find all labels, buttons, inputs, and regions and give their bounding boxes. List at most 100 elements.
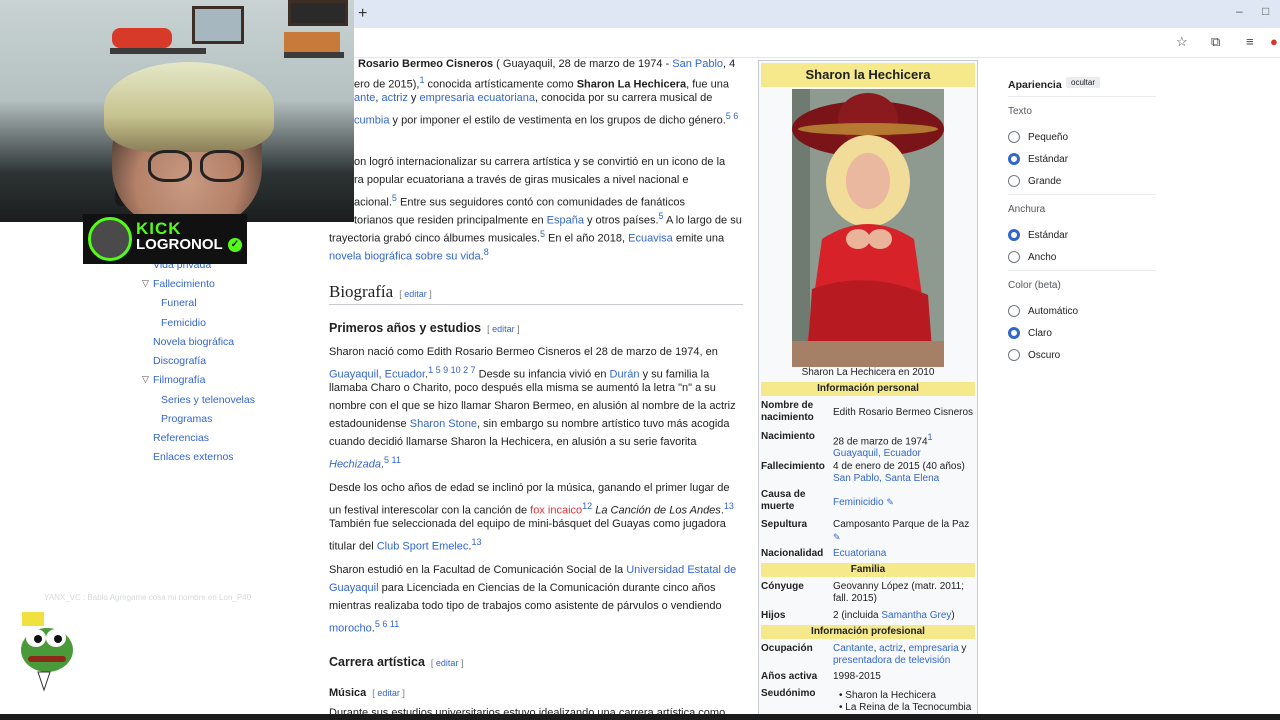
radio-icon[interactable] xyxy=(1008,153,1020,165)
minimize-icon[interactable]: – xyxy=(1236,4,1243,18)
link-empresaria[interactable]: empresaria xyxy=(909,643,959,654)
radio-icon[interactable] xyxy=(1008,327,1020,339)
radio-anchura-ancho[interactable]: Ancho xyxy=(1008,250,1056,264)
wall-frame xyxy=(192,6,244,44)
radio-icon[interactable] xyxy=(1008,305,1020,317)
toc-item-funeral[interactable]: Funeral xyxy=(161,297,197,309)
subsection-heading-carrera: Carrera artística editar xyxy=(329,653,463,671)
link-ecuavisa[interactable]: Ecuavisa xyxy=(628,233,673,245)
link-universidad[interactable]: Universidad Estatal de xyxy=(626,564,736,576)
ref-sup[interactable]: 1 xyxy=(928,432,933,442)
profile-icon[interactable]: ● xyxy=(1270,34,1278,49)
text: emite una xyxy=(672,232,725,245)
radio-icon[interactable] xyxy=(1008,229,1020,241)
link-ecuatoriana[interactable]: Ecuatoriana xyxy=(833,548,886,559)
toc-item-discografia[interactable]: Discografía xyxy=(153,355,206,367)
radio-color-oscuro[interactable]: Oscuro xyxy=(1008,348,1060,362)
link-samantha-grey[interactable]: Samantha Grey xyxy=(881,610,951,621)
bookmark-star-icon[interactable]: ☆ xyxy=(1176,34,1188,50)
link-guayaquil-ecuador[interactable]: Guayaquil, Ecuador xyxy=(833,448,921,459)
option-label: Pequeño xyxy=(1028,131,1069,143)
verified-check-icon: ✓ xyxy=(228,238,242,252)
value-hijos: 2 (incluida Samantha Grey) xyxy=(833,610,975,622)
toc-item-enlaces[interactable]: Enlaces externos xyxy=(153,451,234,463)
wall-frame xyxy=(288,0,348,26)
toc-item-fallecimiento[interactable]: Fallecimiento xyxy=(153,278,215,290)
toc-item-referencias[interactable]: Referencias xyxy=(153,432,209,444)
value-nacimiento: 28 de marzo de 19741 Guayaquil, Ecuador xyxy=(833,431,975,460)
maximize-icon[interactable]: □ xyxy=(1262,4,1269,18)
hide-button[interactable]: ocultar xyxy=(1066,77,1101,88)
ref-sup[interactable]: 1 5 9 10 2 7 xyxy=(428,365,476,375)
radio-icon[interactable] xyxy=(1008,251,1020,263)
reading-list-icon[interactable]: ≡ xyxy=(1246,34,1254,49)
edit-link[interactable]: editar xyxy=(372,688,405,698)
pencil-icon[interactable]: ✎ xyxy=(886,497,894,507)
chevron-down-icon[interactable]: ▽ xyxy=(142,278,149,289)
radio-texto-grande[interactable]: Grande xyxy=(1008,174,1061,188)
value-nacionalidad: Ecuatoriana xyxy=(833,548,975,560)
link-morocho[interactable]: morocho xyxy=(329,623,372,635)
radio-texto-pequeno[interactable]: Pequeño xyxy=(1008,130,1068,144)
para5-line-2: Guayaquil para Licenciada en Ciencias de… xyxy=(329,579,715,597)
hair xyxy=(104,62,274,152)
chevron-down-icon[interactable]: ▽ xyxy=(142,374,149,385)
ref-sup[interactable]: 12 xyxy=(582,501,592,511)
link-presentadora[interactable]: presentadora de televisión xyxy=(833,655,950,666)
appearance-title: Apariencia xyxy=(1008,79,1062,91)
option-label: Ancho xyxy=(1028,251,1057,263)
ref-sup[interactable]: 13 xyxy=(724,501,734,511)
portrait-illustration xyxy=(792,89,944,367)
link-novela-biografica[interactable]: novela biográfica sobre su vida xyxy=(329,251,481,263)
ref-sup[interactable]: 8 xyxy=(484,247,489,257)
link-empresaria[interactable]: empresaria ecuatoriana xyxy=(419,92,535,104)
ref-sup[interactable]: 5 6 11 xyxy=(375,619,399,629)
link-cantante[interactable]: Cantante xyxy=(833,643,874,654)
label-sepultura: Sepultura xyxy=(761,519,808,530)
toc-item-series[interactable]: Series y telenovelas xyxy=(161,394,255,406)
toc-item-femicidio[interactable]: Femicidio xyxy=(161,317,206,329)
link-san-pablo-santa-elena[interactable]: San Pablo, Santa Elena xyxy=(833,473,939,484)
link-cantante[interactable]: ante xyxy=(354,92,375,104)
link-club-sport-emelec[interactable]: Club Sport Emelec xyxy=(377,541,469,553)
toc-item-novela[interactable]: Novela biográfica xyxy=(153,336,234,348)
new-tab-button[interactable]: + xyxy=(358,5,367,23)
ref-sup[interactable]: 5 6 xyxy=(726,111,739,121)
link-guayaquil[interactable]: Guayaquil xyxy=(329,582,379,594)
text: Geovanny López (matr. 2011; xyxy=(833,581,965,592)
radio-icon[interactable] xyxy=(1008,175,1020,187)
edit-link[interactable]: editar xyxy=(431,658,464,668)
intro-line-4: cumbia y por imponer el estilo de vestim… xyxy=(354,107,738,130)
heading-divider xyxy=(329,304,743,305)
section-header-familia: Familia xyxy=(761,563,975,577)
toc-item-filmografia[interactable]: Filmografía xyxy=(153,374,206,386)
link-hechizada[interactable]: Hechizada xyxy=(329,459,381,471)
ref-sup[interactable]: 13 xyxy=(471,537,481,547)
toy xyxy=(112,28,172,48)
ref-sup[interactable]: 5 11 xyxy=(384,455,401,465)
portrait-photo[interactable] xyxy=(792,89,944,367)
radio-color-claro[interactable]: Claro xyxy=(1008,326,1052,340)
text: , conocida por su carrera musical de xyxy=(535,92,713,104)
link-cumbia[interactable]: cumbia xyxy=(354,115,389,127)
text: Sharon la Hechicera xyxy=(845,690,936,701)
toc-item-programas[interactable]: Programas xyxy=(161,413,212,425)
radio-anchura-estandar[interactable]: Estándar xyxy=(1008,228,1068,242)
link-san-pablo[interactable]: San Pablo xyxy=(672,58,723,70)
radio-texto-estandar[interactable]: Estándar xyxy=(1008,152,1068,166)
radio-color-automatico[interactable]: Automático xyxy=(1008,304,1078,318)
edit-link[interactable]: editar xyxy=(399,289,432,299)
link-actriz[interactable]: actriz xyxy=(382,92,408,104)
pencil-icon[interactable]: ✎ xyxy=(833,532,841,542)
extensions-icon[interactable]: ⧉ xyxy=(1211,34,1220,50)
para2-line-2: ra popular ecuatoriana a través de giras… xyxy=(354,174,689,186)
radio-icon[interactable] xyxy=(1008,131,1020,143)
radio-icon[interactable] xyxy=(1008,349,1020,361)
label-seudonimo: Seudónimo xyxy=(761,688,816,699)
group-label-texto: Texto xyxy=(1008,106,1032,117)
para4-line-4: titular del Club Sport Emelec.13 xyxy=(329,533,482,556)
link-feminicidio[interactable]: Feminicidio xyxy=(833,497,884,508)
link-sharon-stone[interactable]: Sharon Stone xyxy=(410,418,477,430)
edit-link[interactable]: editar xyxy=(487,324,520,334)
link-actriz[interactable]: actriz xyxy=(879,643,903,654)
